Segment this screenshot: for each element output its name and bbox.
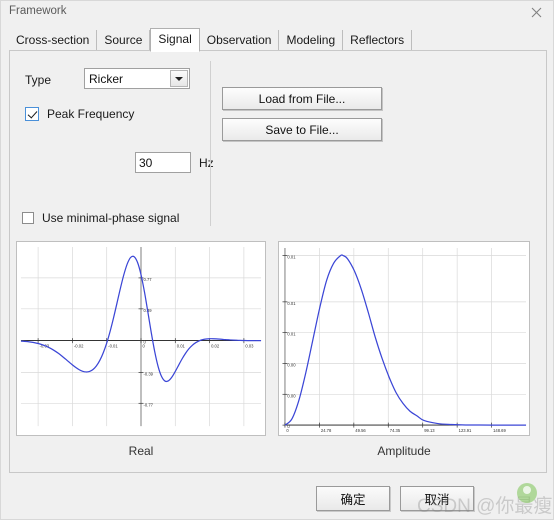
tab-cross-section[interactable]: Cross-section [9,30,98,51]
peak-frequency-unit: Hz [199,156,214,170]
save-to-file-button[interactable]: Save to File... [222,118,382,141]
svg-text:0.00: 0.00 [287,393,296,398]
svg-text:0.00: 0.00 [287,362,296,367]
minimal-phase-row: Use minimal-phase signal [22,209,179,227]
svg-text:-0.01: -0.01 [108,344,118,349]
svg-text:0.01: 0.01 [177,344,186,349]
svg-text:-0.39: -0.39 [143,371,153,376]
chevron-down-icon[interactable] [170,70,188,87]
panel-divider [210,61,211,226]
signal-type-dropdown[interactable]: Ricker [84,68,190,89]
amplitude-chart-axes [282,247,527,428]
cancel-button[interactable]: 取消 [400,486,474,511]
svg-text:74.35: 74.35 [390,428,401,433]
real-chart-caption: Real [128,444,154,458]
real-chart-ticklabels: -0.03 -0.02 -0.01 0 0.01 0.02 0.030.770.390-0.… [40,277,255,407]
svg-text:24.78: 24.78 [321,428,332,433]
signal-tab-panel: Type Ricker Peak Frequency Hz Load from … [9,50,547,473]
svg-text:0.01: 0.01 [287,301,296,306]
tab-reflectors[interactable]: Reflectors [343,30,413,51]
svg-text:0.77: 0.77 [143,277,152,282]
minimal-phase-label: Use minimal-phase signal [42,211,180,225]
type-label: Type [25,73,52,87]
svg-text:148.69: 148.69 [493,428,506,433]
svg-text:-0.77: -0.77 [143,402,153,407]
svg-text:99.13: 99.13 [424,428,435,433]
real-chart-svg: -0.03 -0.02 -0.01 0 0.01 0.02 0.030.770.390-0.… [20,246,262,427]
title-bar: Framework [1,1,553,23]
peak-frequency-row: Peak Frequency [25,103,134,125]
svg-text:0.02: 0.02 [211,344,220,349]
real-signal-chart: -0.03 -0.02 -0.01 0 0.01 0.02 0.03 0.77 0.39 0 -0.… [16,241,266,436]
svg-text:-0.02: -0.02 [74,344,84,349]
tab-signal[interactable]: Signal [150,28,200,52]
tab-observation[interactable]: Observation [200,30,280,51]
load-from-file-button[interactable]: Load from File... [222,87,382,110]
svg-text:123.91: 123.91 [459,428,472,433]
framework-dialog-window: Framework Cross-section Source Signal Ob… [0,0,554,520]
svg-text:0.01: 0.01 [287,255,296,260]
watermark-avatar-icon [517,483,537,503]
tab-modeling[interactable]: Modeling [279,30,344,51]
peak-frequency-checkbox[interactable] [25,107,39,121]
close-icon[interactable] [521,1,551,23]
tab-source[interactable]: Source [97,30,151,51]
amplitude-chart-grid [284,247,527,426]
signal-type-value: Ricker [89,71,124,86]
svg-text:49.56: 49.56 [355,428,366,433]
amplitude-chart-curve [284,254,527,426]
amplitude-chart-svg: 0 24.78 49.56 74.35 99.13 123.91 148.6900.000.… [282,247,527,433]
peak-frequency-label: Peak Frequency [47,107,135,121]
tab-bar: Cross-section Source Signal Observation … [9,28,413,52]
amplitude-chart-caption: Amplitude [377,444,431,458]
amplitude-chart: 0 24.78 49.56 74.35 99.13 123.91 148.69 0 0.00 0.… [278,241,530,436]
peak-frequency-input[interactable] [135,152,191,173]
svg-text:0.03: 0.03 [245,344,254,349]
window-title: Framework [9,5,67,17]
ok-button[interactable]: 确定 [316,486,390,511]
svg-text:0.01: 0.01 [287,332,296,337]
minimal-phase-checkbox[interactable] [22,212,34,224]
